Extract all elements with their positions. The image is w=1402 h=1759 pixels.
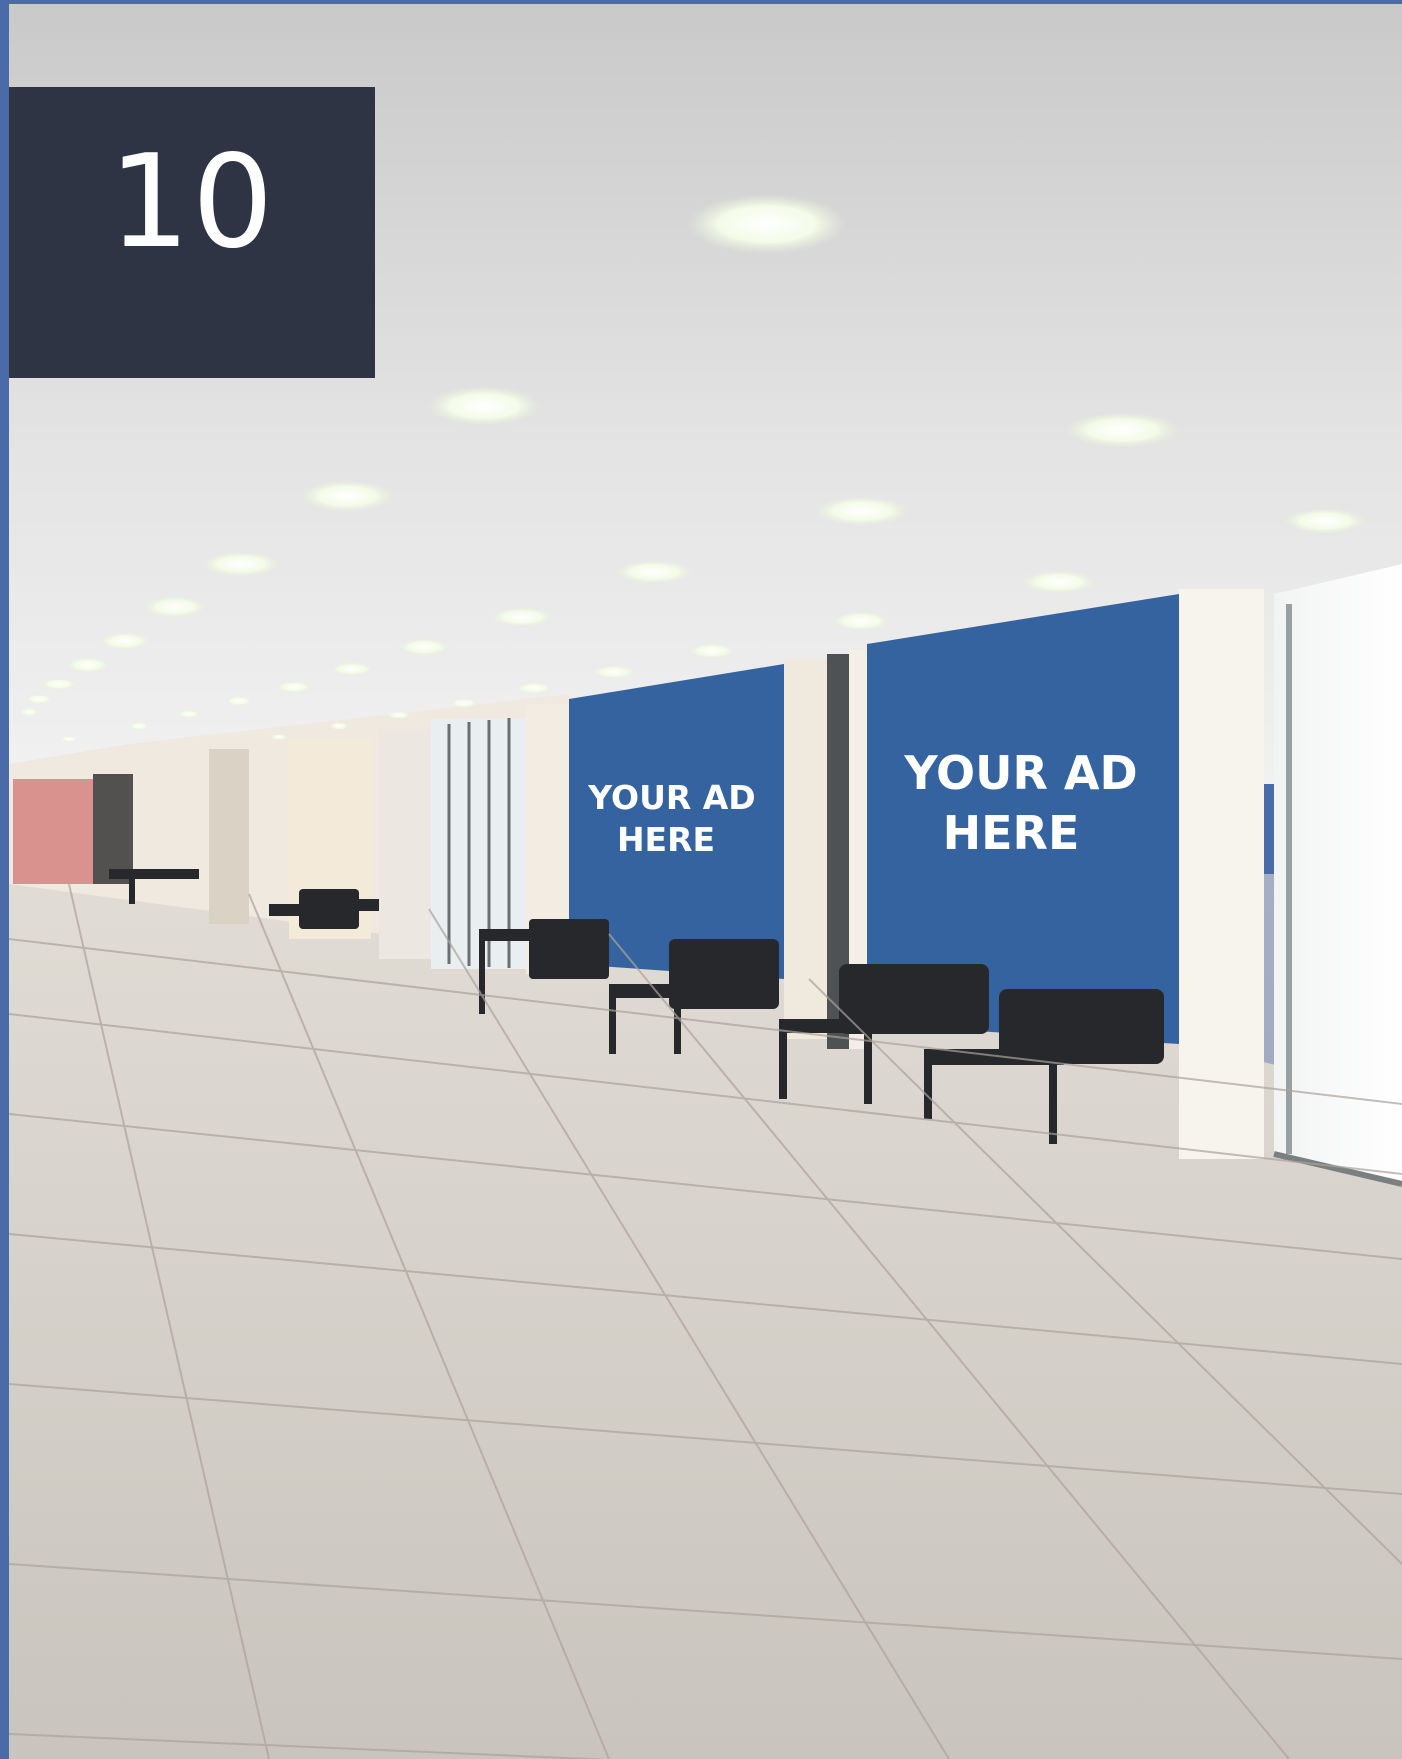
ad-right-line1: YOUR AD	[903, 746, 1137, 800]
ad-left-line1: YOUR AD	[587, 778, 755, 817]
far-doorway	[13, 779, 93, 884]
page-frame: YOUR AD HERE YOUR AD HERE 10	[0, 0, 1402, 1759]
ad-left-line2: HERE	[617, 820, 715, 859]
slide-number: 10	[108, 128, 276, 277]
ad-right-line2: HERE	[943, 806, 1080, 860]
slide-number-badge: 10	[9, 87, 375, 378]
